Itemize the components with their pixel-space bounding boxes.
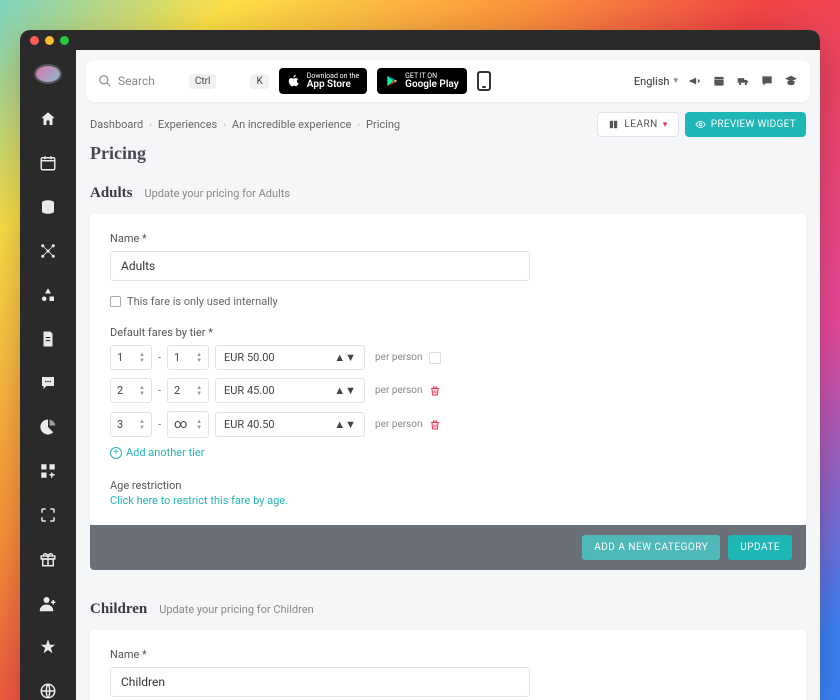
language-selector[interactable]: English ▾ [634,75,678,88]
crumb-experience[interactable]: An incredible experience [232,118,351,131]
app-shell: Search Ctrl K Download on theApp Store G… [20,50,820,700]
tier-from-stepper[interactable]: 2▲▼ [110,378,152,403]
star-icon[interactable] [39,638,57,656]
adults-title: Adults [90,185,133,202]
learn-button[interactable]: LEARN ▾ [597,112,678,137]
preview-widget-button[interactable]: PREVIEW WIDGET [685,112,806,137]
update-button[interactable]: UPDATE [728,535,792,560]
section-children: Children Update your pricing for Childre… [90,598,806,700]
delete-icon[interactable] [429,419,441,431]
graduation-icon[interactable] [784,74,798,88]
avatar[interactable] [34,64,62,84]
kbd-k: K [250,74,268,89]
plus-icon: + [110,447,122,459]
app-window: Search Ctrl K Download on theApp Store G… [20,30,820,700]
adults-name-field[interactable] [110,251,530,281]
tier-row: 1▲▼-1▲▼EUR 50.00▲▼per person [110,345,786,370]
google-play-badge[interactable]: GET IT ONGoogle Play [377,68,467,94]
tier-to-stepper[interactable]: 1▲▼ [167,345,209,370]
adults-card: Name * This fare is only used internally… [90,214,806,525]
content-area: Dashboard› Experiences› An incredible ex… [76,102,820,700]
internal-checkbox-row[interactable]: This fare is only used internally [110,295,786,308]
children-name-field[interactable] [110,667,530,697]
window-titlebar [20,30,820,50]
mobile-icon[interactable] [477,71,491,91]
crumb-dashboard[interactable]: Dashboard [90,118,143,131]
crumb-experiences[interactable]: Experiences [158,118,217,131]
main-panel: Search Ctrl K Download on theApp Store G… [76,50,820,700]
app-store-badge[interactable]: Download on theApp Store [279,68,367,94]
book-icon [608,119,619,130]
chat-icon[interactable] [39,374,57,392]
search-placeholder: Search [118,74,155,88]
children-card: Name * This fare is only used internally… [90,630,806,700]
globe-icon[interactable] [39,682,57,700]
age-restriction-link[interactable]: Click here to restrict this fare by age. [110,494,786,507]
breadcrumb-row: Dashboard› Experiences› An incredible ex… [90,112,806,137]
tier-from-stepper[interactable]: 1▲▼ [110,345,152,370]
tiers-block: Default fares by tier * 1▲▼-1▲▼EUR 50.00… [110,326,786,459]
kbd-ctrl: Ctrl [189,74,217,89]
add-category-button[interactable]: ADD A NEW CATEGORY [582,535,720,560]
user-add-icon[interactable] [39,594,57,612]
pie-chart-icon[interactable] [39,418,57,436]
children-title: Children [90,601,147,618]
tier-from-stepper[interactable]: 3▲▼ [110,412,152,437]
search-icon [98,74,112,88]
tier-price-input[interactable]: EUR 45.00▲▼ [215,378,365,403]
eye-icon [695,119,706,130]
checkbox-icon[interactable] [110,296,121,307]
document-icon[interactable] [39,330,57,348]
search-input[interactable]: Search Ctrl K [98,74,269,89]
tier-price-input[interactable]: EUR 50.00▲▼ [215,345,365,370]
actions-bar: ADD A NEW CATEGORY UPDATE [90,525,806,570]
google-play-icon [385,74,399,88]
database-icon[interactable] [39,198,57,216]
delete-icon[interactable] [429,385,441,397]
chat-small-icon[interactable] [760,74,774,88]
crumb-pricing: Pricing [366,118,400,131]
name-label: Name * [110,232,786,245]
calendar-icon[interactable] [39,154,57,172]
home-icon[interactable] [39,110,57,128]
chevron-down-icon: ▾ [663,120,668,130]
add-tier-button[interactable]: + Add another tier [110,446,786,459]
window-maximize-icon[interactable] [60,36,69,45]
tiers-label: Default fares by tier * [110,326,786,339]
page-title: Pricing [90,143,806,164]
truck-icon[interactable] [736,74,750,88]
tier-unit: per person [375,419,422,430]
tier-price-input[interactable]: EUR 40.50▲▼ [215,412,365,437]
expand-icon[interactable] [39,506,57,524]
tier-unit: per person [375,352,422,363]
tier-unit: per person [375,385,422,396]
breadcrumb: Dashboard› Experiences› An incredible ex… [90,118,400,131]
delete-placeholder [429,352,441,364]
age-restriction-title: Age restriction [110,479,786,492]
gift-icon[interactable] [39,550,57,568]
tier-row: 3▲▼-∞▲▼EUR 40.50▲▼per person [110,411,786,438]
tier-to-stepper[interactable]: ∞▲▼ [167,411,209,438]
calendar-small-icon[interactable] [712,74,726,88]
window-close-icon[interactable] [30,36,39,45]
megaphone-icon[interactable] [688,74,702,88]
children-subtitle: Update your pricing for Children [159,603,313,616]
apple-icon [287,74,301,88]
shapes-icon[interactable] [39,286,57,304]
chevron-down-icon: ▾ [673,76,678,86]
age-restriction-block: Age restriction Click here to restrict t… [110,479,786,507]
tier-row: 2▲▼-2▲▼EUR 45.00▲▼per person [110,378,786,403]
adults-subtitle: Update your pricing for Adults [145,187,291,200]
sidebar [20,50,76,700]
tier-to-stepper[interactable]: 2▲▼ [167,378,209,403]
topbar: Search Ctrl K Download on theApp Store G… [86,60,810,102]
topbar-icons [688,74,798,88]
name-label: Name * [110,648,786,661]
section-adults: Adults Update your pricing for Adults Na… [90,182,806,570]
grid-add-icon[interactable] [39,462,57,480]
window-minimize-icon[interactable] [45,36,54,45]
network-icon[interactable] [39,242,57,260]
